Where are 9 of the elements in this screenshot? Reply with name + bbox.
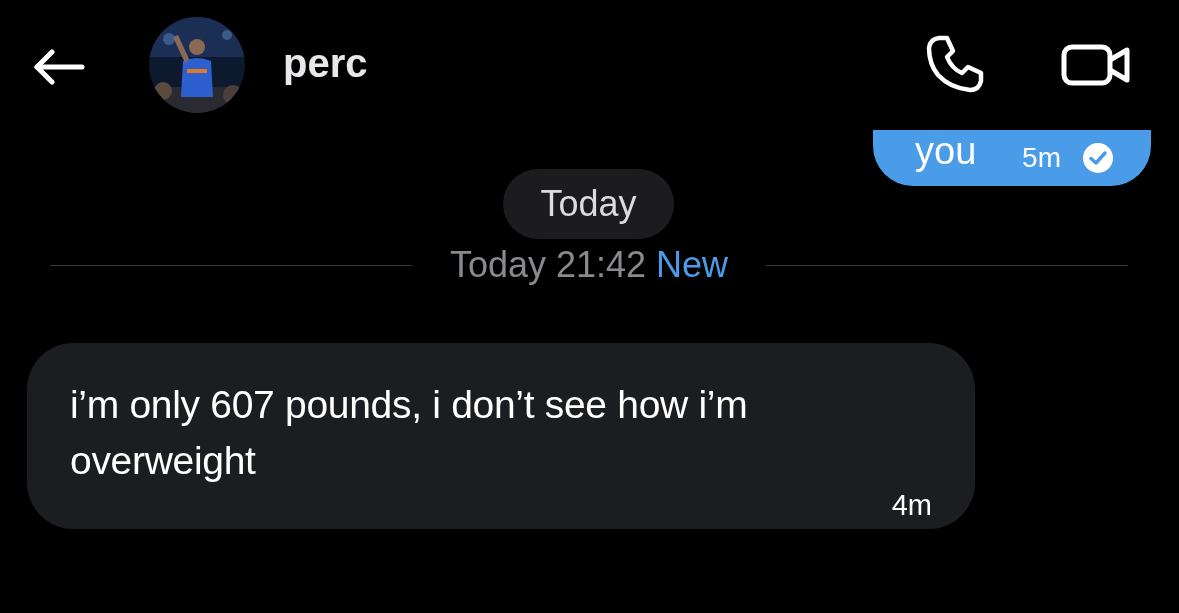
date-label: Today — [503, 169, 674, 239]
message-time: 5m — [1022, 142, 1061, 174]
message-text: i’m only 607 pounds, i don’t see how i’m overweight — [70, 382, 749, 484]
message-text: you — [915, 131, 977, 171]
video-camera-icon[interactable] — [1061, 42, 1131, 88]
message-time: 4m — [891, 489, 932, 521]
unread-divider-label: Today 21:42 New — [449, 244, 729, 286]
phone-icon[interactable] — [925, 34, 985, 94]
contact-name: perc — [283, 40, 368, 86]
